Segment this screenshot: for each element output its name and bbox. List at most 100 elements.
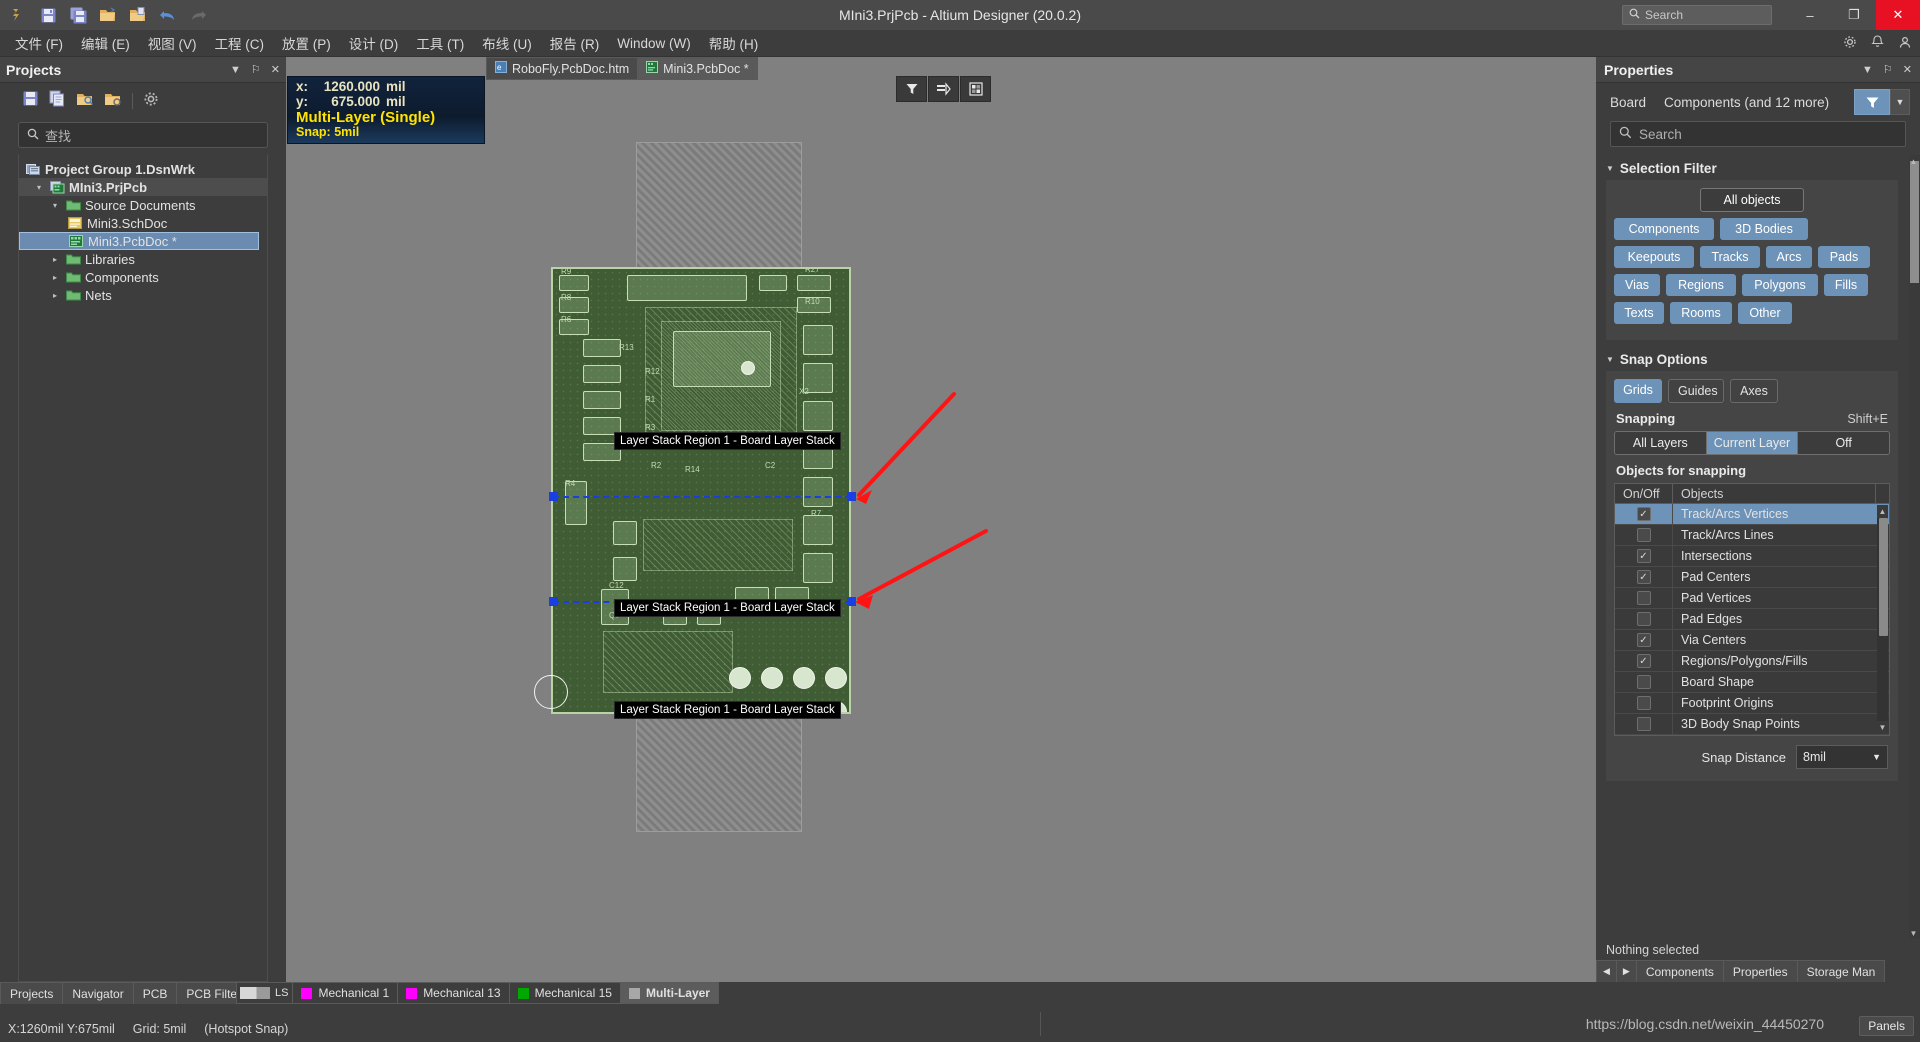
menu-route[interactable]: 布线 (U)	[473, 30, 541, 56]
row-checkbox-cell[interactable]: ✓	[1615, 651, 1673, 671]
tree-item-schdoc[interactable]: Mini3.SchDoc	[19, 214, 267, 232]
chevron-right-icon[interactable]: ▸	[49, 255, 61, 264]
chip-tracks[interactable]: Tracks	[1700, 246, 1760, 268]
row-checkbox-cell[interactable]	[1615, 525, 1673, 545]
maximize-button[interactable]: ❐	[1832, 0, 1876, 30]
table-scrollbar-thumb[interactable]	[1879, 518, 1888, 636]
chip-regions[interactable]: Regions	[1666, 274, 1736, 296]
chip-other[interactable]: Other	[1738, 302, 1792, 324]
menu-help[interactable]: 帮助 (H)	[700, 30, 768, 56]
scroll-down-icon[interactable]: ▼	[1877, 721, 1888, 734]
snap-guide-handle[interactable]	[549, 597, 558, 606]
table-row[interactable]: ✓ Track/Arcs Vertices	[1615, 504, 1889, 525]
chip-keepouts[interactable]: Keepouts	[1614, 246, 1694, 268]
panel-dropdown-icon[interactable]: ▼	[1862, 64, 1873, 76]
panels-button[interactable]: Panels	[1859, 1016, 1914, 1036]
save-icon[interactable]	[34, 2, 62, 28]
chip-fills[interactable]: Fills	[1824, 274, 1868, 296]
checkbox-unchecked-icon[interactable]	[1637, 591, 1651, 605]
filter-funnel-icon[interactable]	[1854, 89, 1890, 115]
tab-pcb[interactable]: PCB	[133, 982, 178, 1004]
table-row[interactable]: Footprint Origins	[1615, 693, 1889, 714]
row-checkbox-cell[interactable]: ✓	[1615, 567, 1673, 587]
mask-level-icon[interactable]	[928, 76, 959, 102]
tree-item-source-documents[interactable]: ▾ Source Documents	[19, 196, 267, 214]
chevron-down-icon[interactable]: ▼	[1872, 752, 1881, 762]
row-checkbox-cell[interactable]	[1615, 609, 1673, 629]
table-row[interactable]: Board Shape	[1615, 672, 1889, 693]
save-project-icon[interactable]	[22, 90, 39, 112]
menu-reports[interactable]: 报告 (R)	[541, 30, 609, 56]
tree-item-components[interactable]: ▸ Components	[19, 268, 267, 286]
chip-axes[interactable]: Axes	[1730, 379, 1778, 403]
tree-item-pcb-project[interactable]: ▾ MIni3.PrjPcb	[19, 178, 267, 196]
scroll-up-icon[interactable]: ▲	[1908, 155, 1919, 167]
tree-item-libraries[interactable]: ▸ Libraries	[19, 250, 267, 268]
chip-vias[interactable]: Vias	[1614, 274, 1660, 296]
doc-tab-robofly[interactable]: e RoboFly.PcbDoc.htm	[486, 57, 638, 80]
table-row[interactable]: ✓ Intersections	[1615, 546, 1889, 567]
chip-3d-bodies[interactable]: 3D Bodies	[1720, 218, 1808, 240]
menu-file[interactable]: 文件 (F)	[6, 30, 72, 56]
project-settings-gear-icon[interactable]	[143, 91, 159, 112]
tree-item-project-group[interactable]: Project Group 1.DsnWrk	[19, 160, 267, 178]
chevron-down-icon[interactable]: ▾	[49, 201, 61, 210]
table-row[interactable]: Track/Arcs Lines	[1615, 525, 1889, 546]
chip-components[interactable]: Components	[1614, 218, 1714, 240]
settings-gear-icon[interactable]	[1843, 35, 1857, 52]
table-row[interactable]: ✓ Via Centers	[1615, 630, 1889, 651]
tab-components[interactable]: Components	[1636, 960, 1724, 982]
mode-board-link[interactable]: Board	[1610, 95, 1646, 110]
chevron-right-icon[interactable]: ▸	[49, 291, 61, 300]
checkbox-unchecked-icon[interactable]	[1637, 696, 1651, 710]
tab-projects[interactable]: Projects	[0, 982, 63, 1004]
panel-dropdown-icon[interactable]: ▼	[230, 64, 241, 76]
chip-rooms[interactable]: Rooms	[1670, 302, 1732, 324]
table-row[interactable]: ✓ Pad Centers	[1615, 567, 1889, 588]
tab-navigator[interactable]: Navigator	[62, 982, 133, 1004]
open-icon[interactable]	[94, 2, 122, 28]
layer-tab-mechanical-15[interactable]: Mechanical 15	[509, 982, 621, 1004]
scroll-down-icon[interactable]: ▼	[1908, 927, 1919, 939]
doc-tab-mini3-pcbdoc[interactable]: Mini3.PcbDoc *	[637, 57, 757, 80]
close-button[interactable]: ✕	[1876, 0, 1920, 30]
altium-logo-icon[interactable]	[4, 2, 32, 28]
project-options-folder-icon[interactable]	[104, 91, 122, 112]
filter-dropdown-icon[interactable]: ▼	[1890, 89, 1910, 115]
section-header-snap-options[interactable]: ▼ Snap Options	[1596, 346, 1908, 371]
row-checkbox-cell[interactable]: ✓	[1615, 630, 1673, 650]
minimize-button[interactable]: –	[1788, 0, 1832, 30]
menu-edit[interactable]: 编辑 (E)	[72, 30, 139, 56]
undo-icon[interactable]	[154, 2, 182, 28]
tab-storage-manager[interactable]: Storage Man	[1797, 960, 1886, 982]
checkbox-checked-icon[interactable]: ✓	[1637, 570, 1651, 584]
chevron-down-icon[interactable]: ▼	[1606, 355, 1614, 364]
checkbox-unchecked-icon[interactable]	[1637, 717, 1651, 731]
chip-texts[interactable]: Texts	[1614, 302, 1664, 324]
row-checkbox-cell[interactable]	[1615, 588, 1673, 608]
row-checkbox-cell[interactable]	[1615, 672, 1673, 692]
account-icon[interactable]	[1898, 35, 1912, 52]
chevron-down-icon[interactable]: ▼	[1606, 164, 1614, 173]
tab-properties[interactable]: Properties	[1723, 960, 1798, 982]
snap-guide-handle[interactable]	[847, 492, 856, 501]
table-row[interactable]: 3D Body Snap Points	[1615, 714, 1889, 735]
menu-tools[interactable]: 工具 (T)	[407, 30, 473, 56]
pcb-board[interactable]: R9 R8 R6 R13 R12 R1 R3 R2 R14 R4 R7 R27 …	[551, 267, 851, 714]
menu-view[interactable]: 视图 (V)	[139, 30, 206, 56]
layer-sets-button[interactable]: LS	[236, 982, 293, 1004]
properties-search-input[interactable]: Search	[1610, 121, 1906, 147]
segment-current-layer[interactable]: Current Layer	[1707, 432, 1799, 454]
global-search-input[interactable]: Search	[1622, 5, 1772, 25]
panel-pin-icon[interactable]: ⚐	[1883, 63, 1893, 76]
notifications-bell-icon[interactable]	[1871, 35, 1884, 52]
checkbox-checked-icon[interactable]: ✓	[1637, 549, 1651, 563]
checkbox-unchecked-icon[interactable]	[1637, 675, 1651, 689]
chip-all-objects[interactable]: All objects	[1700, 188, 1804, 212]
menu-project[interactable]: 工程 (C)	[206, 30, 274, 56]
table-row[interactable]: Pad Edges	[1615, 609, 1889, 630]
segment-all-layers[interactable]: All Layers	[1615, 432, 1707, 454]
snap-guide-handle[interactable]	[847, 597, 856, 606]
tree-item-pcbdoc[interactable]: Mini3.PcbDoc *	[19, 232, 259, 250]
menu-window[interactable]: Window (W)	[608, 33, 700, 54]
